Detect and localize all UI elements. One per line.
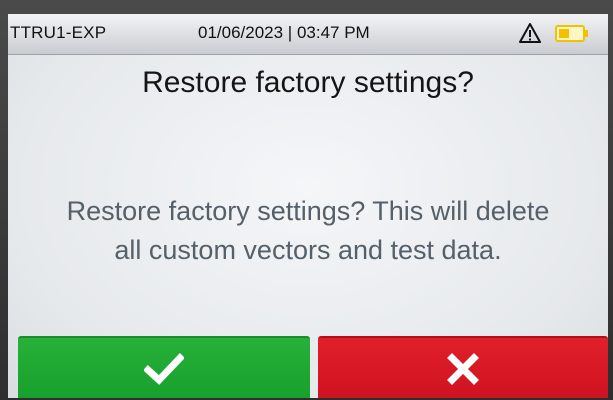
confirm-button[interactable] bbox=[18, 336, 310, 398]
warning-icon bbox=[519, 23, 541, 43]
dialog-message: Restore factory settings? This will dele… bbox=[18, 192, 598, 270]
screen: TTRU1-EXP 01/06/2023 | 03:47 PM Restore … bbox=[8, 14, 608, 398]
status-bar: TTRU1-EXP 01/06/2023 | 03:47 PM bbox=[8, 14, 608, 55]
device-name: TTRU1-EXP bbox=[10, 23, 107, 42]
dialog-message-line-2: all custom vectors and test data. bbox=[114, 235, 502, 265]
cancel-button[interactable] bbox=[318, 336, 608, 398]
device-frame: TTRU1-EXP 01/06/2023 | 03:47 PM Restore … bbox=[0, 0, 613, 400]
dialog-title: Restore factory settings? bbox=[142, 66, 474, 99]
checkmark-icon bbox=[144, 353, 184, 385]
date-time: 01/06/2023 | 03:47 PM bbox=[198, 23, 370, 42]
close-icon bbox=[447, 353, 479, 385]
dialog-message-line-1: Restore factory settings? This will dele… bbox=[66, 196, 550, 226]
battery-icon bbox=[555, 25, 588, 42]
